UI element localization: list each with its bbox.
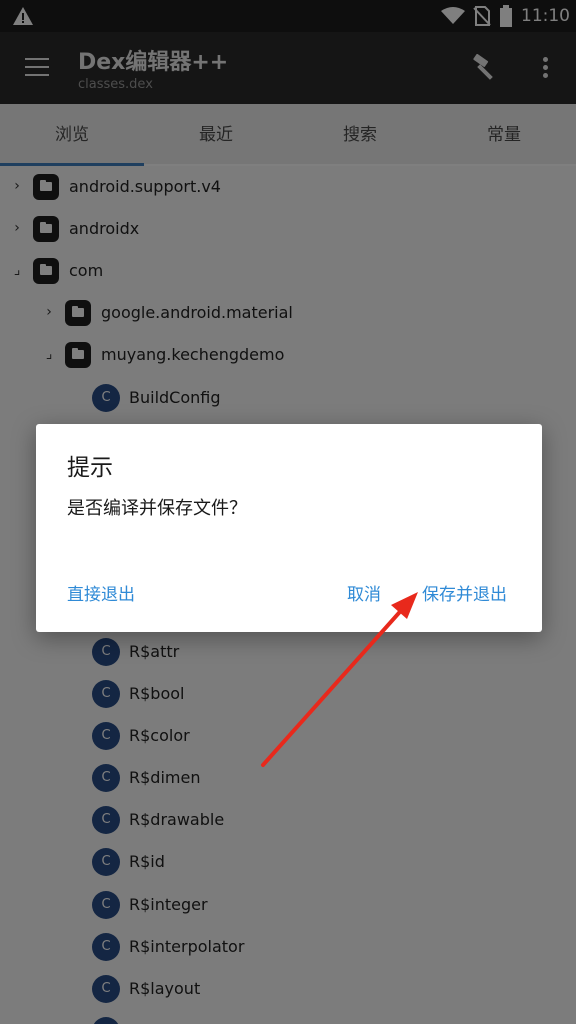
annotation-arrow [261, 592, 418, 767]
